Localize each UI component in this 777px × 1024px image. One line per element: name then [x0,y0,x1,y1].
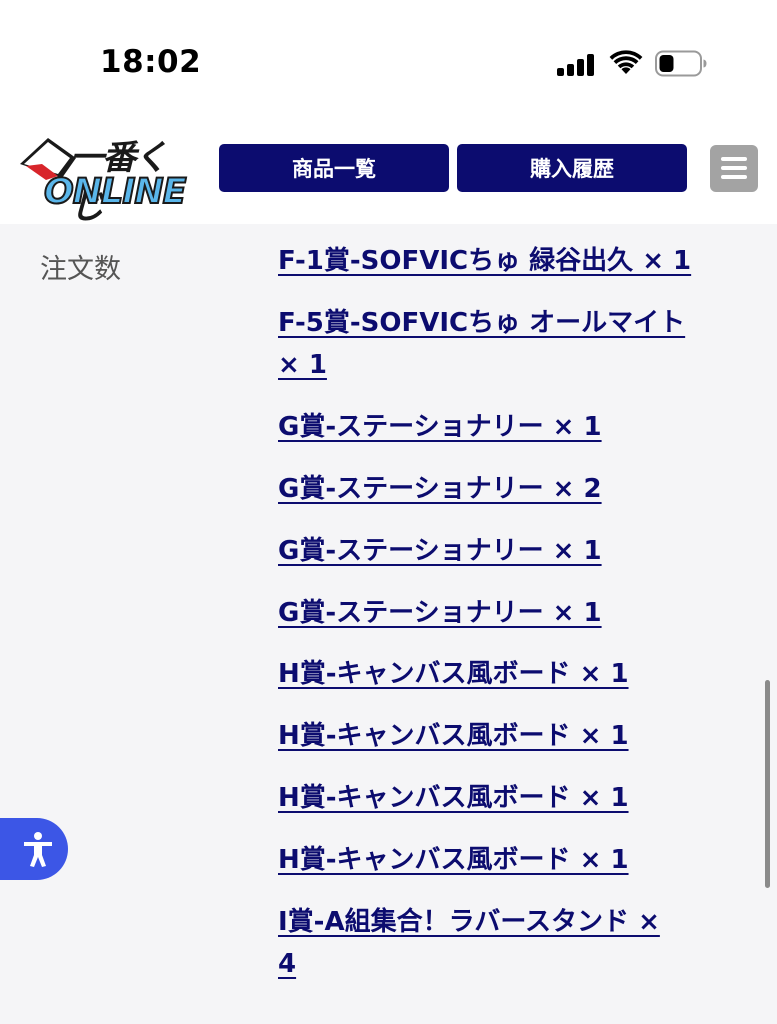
order-item-link[interactable]: G賞-ステーショナリー × 1 [278,530,602,573]
vertical-scrollbar[interactable] [765,680,770,888]
wifi-icon [609,50,643,74]
battery-icon [655,50,707,77]
order-item-link[interactable]: F-5賞-SOFVICちゅ オールマイト [278,302,685,345]
order-item-link[interactable]: H賞-キャンバス風ボード × 1 [278,777,629,820]
order-item-link[interactable]: I賞-A組集合！ラバースタンド × [278,901,660,944]
accessibility-button[interactable] [0,818,68,880]
order-item-link[interactable]: H賞-キャンバス風ボード × 1 [278,653,629,696]
order-item-link[interactable]: G賞-ステーショナリー × 2 [278,468,602,511]
site-header: 一番くじ ONLINE 商品一覧 購入履歴 [0,118,777,227]
hamburger-menu-icon[interactable] [710,145,758,192]
logo-text-bottom: ONLINE [43,171,188,213]
accessibility-icon [24,832,52,867]
ichiban-kuji-online-logo[interactable]: 一番くじ ONLINE [18,130,194,227]
status-bar: 18:02 [0,0,777,118]
order-item-link[interactable]: F-1賞-SOFVICちゅ 緑谷出久 × 1 [278,240,691,283]
order-content: 注文数 F-1賞-SOFVICちゅ 緑谷出久 × 1 F-5賞-SOFVICちゅ… [0,224,777,1024]
order-item-link[interactable]: H賞-キャンバス風ボード × 1 [278,715,629,758]
product-list-button[interactable]: 商品一覧 [219,144,449,192]
order-item-link[interactable]: H賞-キャンバス風ボード × 1 [278,839,629,882]
order-item-link[interactable]: G賞-ステーショナリー × 1 [278,592,602,635]
purchase-history-button[interactable]: 購入履歴 [457,144,687,192]
order-item-link-continued[interactable]: 4 [278,943,296,986]
order-count-label: 注文数 [40,254,121,285]
cellular-signal-icon [557,52,595,76]
order-item-link[interactable]: G賞-ステーショナリー × 1 [278,406,602,449]
status-time: 18:02 [100,44,202,80]
order-item-link-continued[interactable]: × 1 [278,344,327,387]
